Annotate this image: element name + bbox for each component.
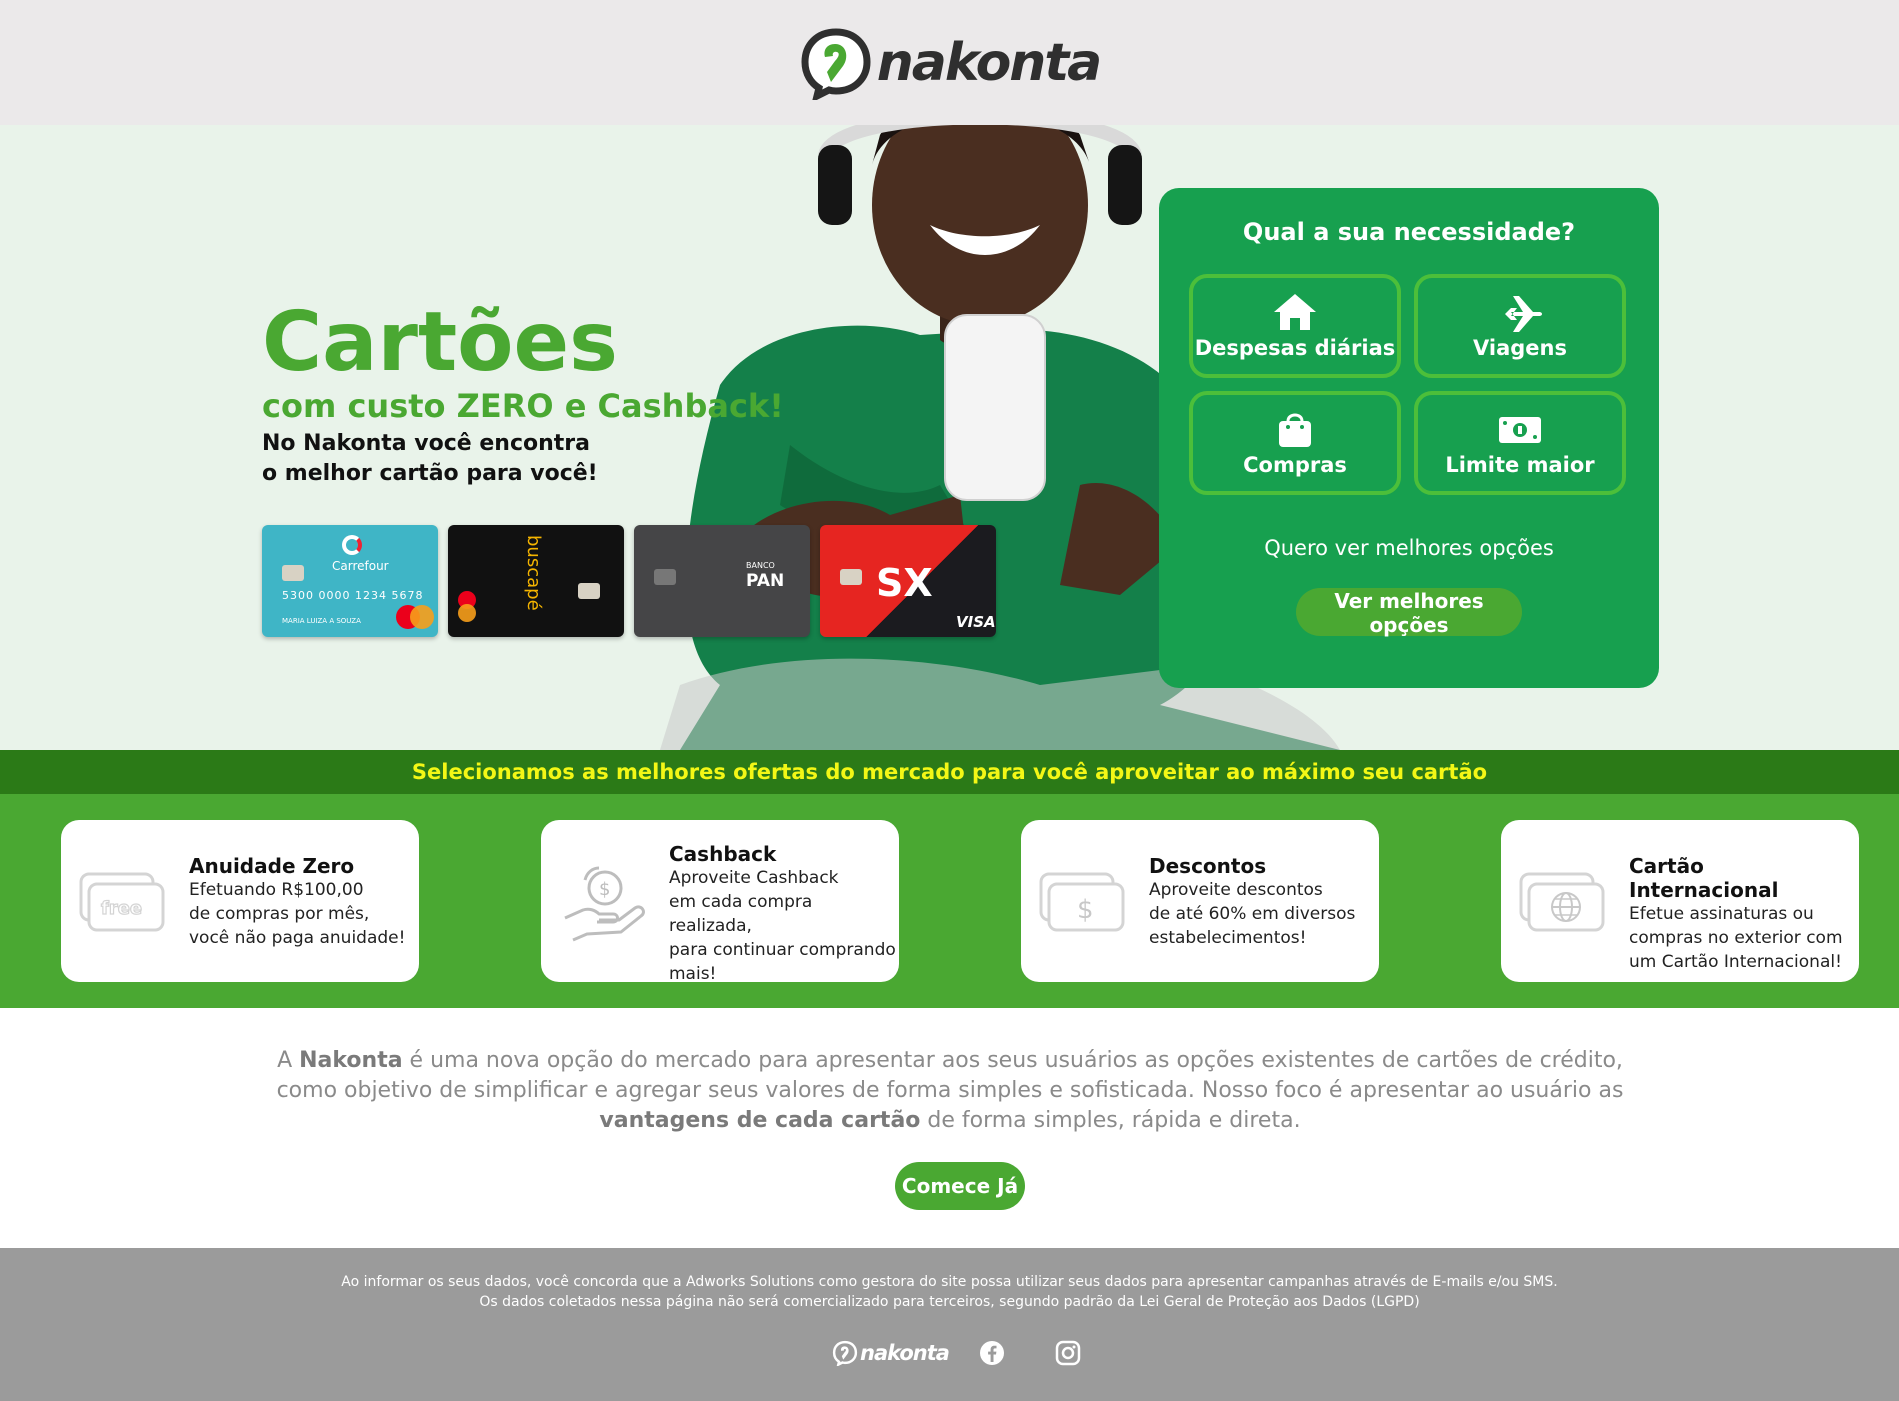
banco-pan-card-image: BANCO PAN [634, 525, 810, 637]
carrefour-card-number: 5300 0000 1234 5678 [282, 589, 424, 602]
footer-logo[interactable]: nakonta [832, 1340, 950, 1366]
need-option-label: Compras [1243, 453, 1347, 477]
hero-text: No Nakonta você encontra o melhor cartão… [262, 429, 598, 489]
benefit-title: Cartão Internacional [1629, 854, 1779, 902]
header: nakonta [0, 0, 1899, 125]
money-icon [1499, 417, 1541, 443]
benefit-card-anuidade-zero: free Anuidade Zero Efetuando R$100,00 de… [61, 820, 419, 982]
pan-card-brand: PAN [746, 571, 785, 591]
benefit-description: Efetue assinaturas ou compras no exterio… [1629, 904, 1843, 972]
logo-text: nakonta [876, 32, 1103, 93]
pan-card-brand-small: BANCO [746, 561, 775, 570]
mastercard-icon [396, 605, 436, 629]
carrefour-logo-icon [342, 535, 362, 555]
instagram-icon[interactable] [1055, 1340, 1081, 1366]
buscape-card-image: buscapé [448, 525, 624, 637]
free-card-icon: free [79, 872, 165, 932]
free-icon-text: free [101, 898, 142, 919]
home-icon [1274, 294, 1316, 330]
ver-melhores-opcoes-button[interactable]: Ver melhores opções [1296, 588, 1522, 637]
offers-banner: Selecionamos as melhores ofertas do merc… [0, 750, 1899, 794]
about-emphasis: vantagens de cada cartão [599, 1108, 921, 1133]
footer-consent-text: Ao informar os seus dados, você concorda… [341, 1274, 1558, 1290]
sx-card-image: SX VISA [820, 525, 996, 637]
need-option-compras[interactable]: Compras [1189, 391, 1401, 495]
benefit-description: Aproveite Cashback em cada compra realiz… [669, 868, 896, 984]
need-option-despesas-diarias[interactable]: Despesas diárias [1189, 274, 1401, 378]
benefit-title: Anuidade Zero [189, 854, 355, 878]
about-text: de forma simples, rápida e direta. [920, 1108, 1301, 1133]
speech-bubble-logo-icon [832, 1340, 858, 1366]
needs-panel: Qual a sua necessidade? Despesas diárias… [1159, 188, 1659, 688]
benefit-description: Aproveite descontos de até 60% em divers… [1149, 880, 1356, 948]
footer-logo-text: nakonta [860, 1341, 950, 1365]
benefits-section: free Anuidade Zero Efetuando R$100,00 de… [0, 794, 1899, 1008]
globe-card-icon [1519, 872, 1605, 932]
need-option-label: Despesas diárias [1194, 336, 1396, 360]
speech-bubble-logo-icon [801, 27, 871, 100]
hero-subtitle: com custo ZERO e Cashback! [262, 387, 784, 425]
hero-text-line2: o melhor cartão para você! [262, 461, 598, 486]
carrefour-card-holder: MARIA LUIZA A SOUZA [282, 617, 361, 625]
about-paragraph: A Nakonta é uma nova opção do mercado pa… [270, 1046, 1630, 1136]
need-option-label: Viagens [1473, 336, 1567, 360]
benefit-card-cashback: $ Cashback Aproveite Cashback em cada co… [541, 820, 899, 984]
need-option-label: Limite maior [1445, 453, 1595, 477]
credit-card-row: Carrefour 5300 0000 1234 5678 MARIA LUIZ… [262, 525, 996, 637]
hero-text-line1: No Nakonta você encontra [262, 431, 590, 456]
benefit-card-cartao-internacional: Cartão Internacional Efetue assinaturas … [1501, 820, 1859, 982]
need-option-viagens[interactable]: Viagens [1414, 274, 1626, 378]
needs-panel-title: Qual a sua necessidade? [1242, 218, 1576, 246]
benefit-title: Descontos [1149, 854, 1267, 878]
dollar-card-icon: $ [1039, 872, 1125, 932]
needs-more-text: Quero ver melhores opções [1264, 536, 1554, 560]
benefit-title: Cashback [669, 842, 777, 866]
footer-links: nakonta [832, 1340, 1081, 1366]
carrefour-card-brand: Carrefour [332, 559, 389, 573]
benefit-card-descontos: $ Descontos Aproveite descontos de até 6… [1021, 820, 1379, 982]
nakonta-logo[interactable]: nakonta [799, 26, 1103, 100]
need-option-limite-maior[interactable]: Limite maior [1414, 391, 1626, 495]
buscape-card-brand: buscapé [523, 535, 544, 611]
footer-lgpd-text: Os dados coletados nessa página não será… [479, 1294, 1420, 1310]
hero-title: Cartões [262, 295, 618, 390]
airplane-icon [1499, 296, 1542, 332]
footer: Ao informar os seus dados, você concorda… [0, 1248, 1899, 1401]
about-brand: Nakonta [299, 1048, 403, 1073]
benefit-description: Efetuando R$100,00 de compras por mês, v… [189, 880, 406, 948]
shopping-bag-icon [1279, 413, 1311, 447]
offers-banner-text: Selecionamos as melhores ofertas do merc… [411, 760, 1488, 784]
sx-card-network: VISA [956, 613, 996, 631]
mastercard-icon [458, 591, 478, 625]
comece-ja-button[interactable]: Comece Já [895, 1162, 1025, 1210]
svg-text:$: $ [599, 879, 610, 900]
svg-text:$: $ [1077, 895, 1094, 925]
sx-card-brand: SX [876, 561, 933, 605]
about-text: A [277, 1048, 300, 1073]
about-text: é uma nova opção do mercado para apresen… [276, 1048, 1624, 1103]
facebook-icon[interactable] [979, 1340, 1005, 1366]
carrefour-card-image: Carrefour 5300 0000 1234 5678 MARIA LUIZ… [262, 525, 438, 637]
cashback-hand-icon: $ [564, 866, 645, 942]
